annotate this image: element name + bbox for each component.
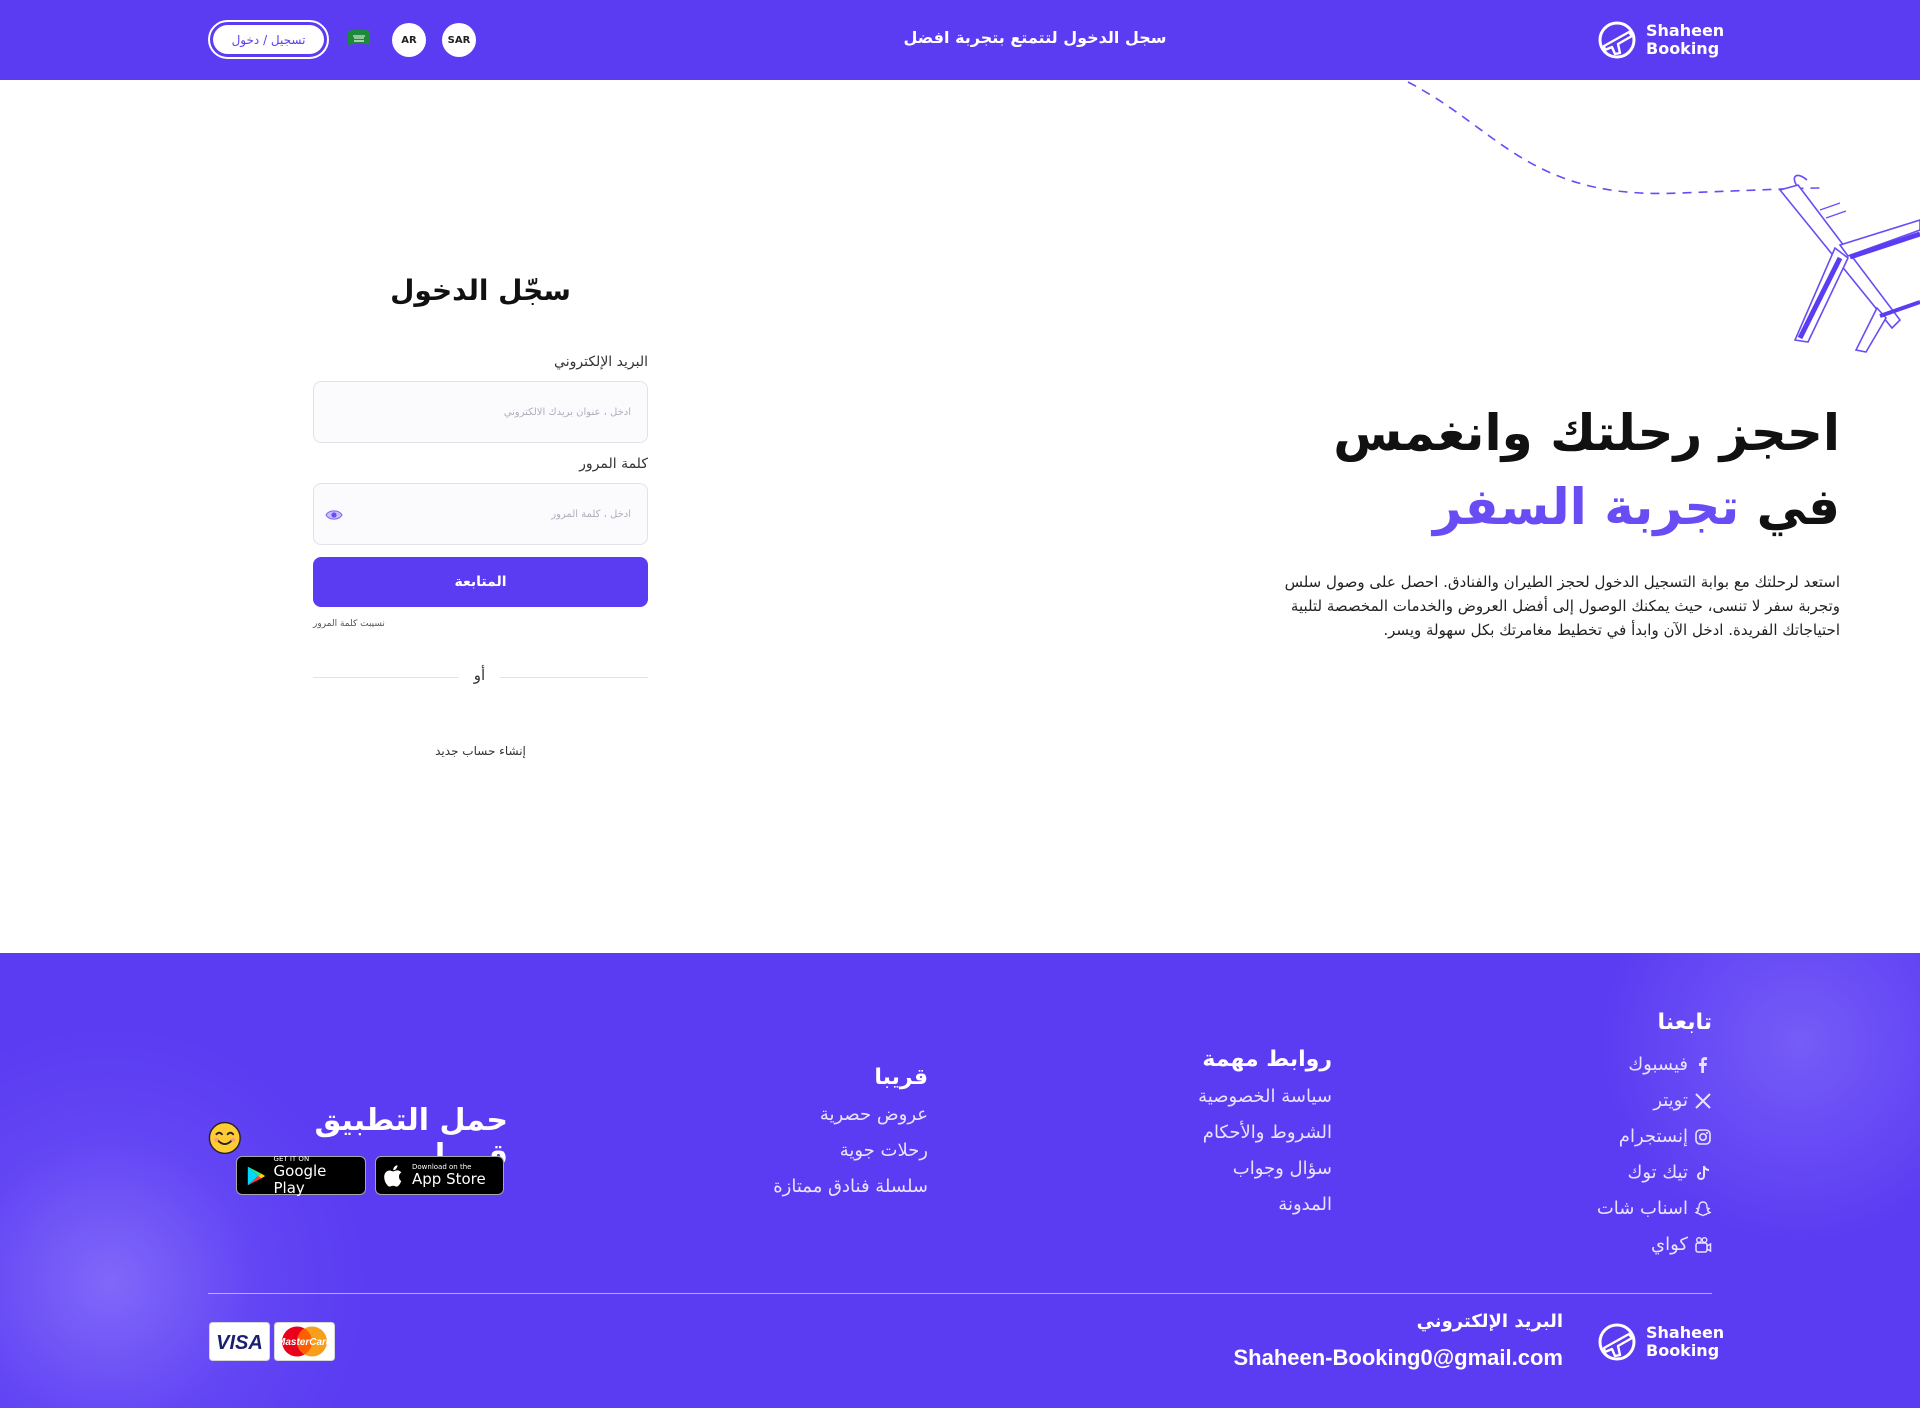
social-link-tiktok[interactable]: تيك توك [1512,1155,1712,1191]
facebook-label: فيسبوك [1628,1054,1688,1075]
follow-us-title: تابعنا [1657,1010,1712,1035]
social-link-snapchat[interactable]: اسناب شات [1512,1191,1712,1227]
email-input[interactable] [314,382,647,442]
airplane-icon [1778,174,1920,353]
flights-item[interactable]: رحلات جوية [700,1133,928,1169]
important-links-column: روابط مهمة سياسة الخصوصية الشروط والأحكا… [1136,1047,1332,1223]
social-link-twitter[interactable]: تويتر [1512,1083,1712,1119]
google-play-icon [247,1166,266,1185]
faq-link[interactable]: سؤال وجواب [1136,1151,1332,1187]
hero-title-prefix: في [1756,478,1840,536]
google-play-badge[interactable]: GET IT ON Google Play [236,1155,366,1197]
hero-title-line1: احجز رحلتك وانغمس [1333,404,1840,462]
svg-text:VISA: VISA [216,1332,263,1354]
site-footer: تابعنا فيسبوك تويتر إنستجرام تيك توك اسن… [0,953,1920,1408]
social-link-kwai[interactable]: كواي [1512,1227,1712,1263]
footer-email-title: البريد الإلكتروني [1416,1311,1563,1332]
twitter-label: تويتر [1653,1090,1688,1111]
password-label: كلمة المرور [579,456,648,472]
social-link-instagram[interactable]: إنستجرام [1512,1119,1712,1155]
airplane-illustration [1407,81,1920,353]
instagram-label: إنستجرام [1618,1126,1688,1147]
create-account-link[interactable]: إنشاء حساب جديد [313,744,648,758]
exclusive-offers-item[interactable]: عروض حصرية [700,1097,928,1133]
divider-left [313,677,459,678]
footer-logo-icon [1598,1323,1636,1361]
snapchat-label: اسناب شات [1596,1198,1688,1219]
hero-description: استعد لرحلتك مع بوابة التسجيل الدخول لحج… [1284,573,1840,639]
kwai-label: كواي [1651,1234,1688,1255]
coming-soon-column: قريبا عروض حصرية رحلات جوية سلسلة فنادق … [700,1065,928,1205]
top-header: Shaheen Booking سجل الدخول لتتمتع بتجربة… [0,0,1920,80]
currency-button[interactable]: SAR [442,23,476,57]
show-password-eye-icon[interactable] [325,508,343,522]
terms-link[interactable]: الشروط والأحكام [1136,1115,1332,1151]
blog-link[interactable]: المدونة [1136,1187,1332,1223]
hero-title-line2: في تجربة السفر [1220,470,1840,544]
apple-icon [384,1164,402,1187]
forgot-password-link[interactable]: نسيبت كلمة المرور [313,619,385,629]
mastercard-card-icon: MasterCard [274,1322,335,1361]
svg-text:MasterCard: MasterCard [277,1337,333,1348]
footer-brand-name: Shaheen Booking [1646,1323,1725,1360]
important-links-title: روابط مهمة [1202,1047,1332,1072]
x-icon [1695,1093,1711,1109]
privacy-policy-link[interactable]: سياسة الخصوصية [1136,1079,1332,1115]
instagram-icon [1695,1129,1711,1145]
footer-brand-logo[interactable]: Shaheen Booking [1596,1321,1724,1363]
login-register-button[interactable]: تسجيل / دخول [208,20,329,59]
continue-button[interactable]: المتابعة [313,557,648,607]
smiley-emoji-icon [208,1121,241,1155]
saudi-flag-icon[interactable] [346,28,372,48]
divider-right [500,677,648,678]
facebook-icon [1699,1057,1707,1073]
language-button[interactable]: AR [392,23,426,57]
app-store-badge[interactable]: Download on the App Store [375,1156,504,1195]
email-label: البريد الإلكتروني [554,354,648,370]
brand-logo[interactable]: Shaheen Booking [1596,19,1724,61]
google-play-big-text: Google Play [273,1161,327,1197]
coming-soon-title: قريبا [874,1065,928,1090]
email-field-wrapper [313,381,648,443]
visa-card-icon: VISA [209,1322,270,1361]
hero-title: احجز رحلتك وانغمس في تجربة السفر [1220,396,1840,544]
login-announcement: سجل الدخول لتتمتع بتجربة افضل [903,28,1167,47]
login-register-label: تسجيل / دخول [213,25,324,54]
logo-icon [1598,21,1636,59]
snapchat-icon [1694,1201,1712,1217]
hotel-chain-item[interactable]: سلسلة فنادق ممتازة [700,1169,928,1205]
footer-divider [208,1293,1712,1294]
app-store-big-text: App Store [412,1170,486,1188]
or-divider-text: أو [473,666,486,684]
kwai-icon [1695,1237,1712,1253]
follow-us-column: تابعنا فيسبوك تويتر إنستجرام تيك توك اسن… [1512,1010,1712,1263]
password-input[interactable] [314,484,647,544]
tiktok-icon [1697,1165,1710,1180]
password-field-wrapper [313,483,648,545]
brand-name: Shaheen Booking [1646,21,1725,58]
footer-email-link[interactable]: Shaheen-Booking0@gmail.com [1160,1345,1563,1371]
social-link-facebook[interactable]: فيسبوك [1512,1047,1712,1083]
tiktok-label: تيك توك [1627,1162,1688,1183]
login-title: سجّل الدخول [390,274,571,307]
hero-title-accent: تجربة السفر [1432,478,1740,536]
